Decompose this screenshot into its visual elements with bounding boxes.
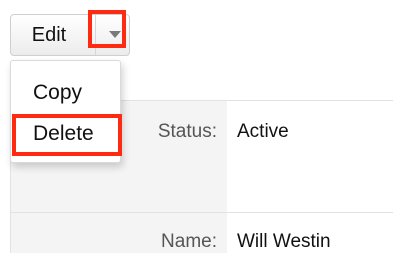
edit-button[interactable]: Edit — [11, 15, 87, 55]
status-value: Active — [237, 121, 289, 142]
menu-item-copy[interactable]: Copy — [33, 81, 82, 105]
actions-dropdown-toggle[interactable] — [101, 23, 129, 47]
actions-dropdown-menu: Copy Delete — [10, 60, 121, 163]
menu-item-delete[interactable]: Delete — [33, 122, 94, 146]
name-value: Will Westin — [237, 231, 331, 252]
button-divider — [95, 15, 96, 55]
name-label: Name: — [161, 231, 217, 252]
record-view: Edit Status: Active Name: Will Westin Co… — [0, 0, 393, 253]
edit-split-button: Edit — [10, 14, 130, 56]
status-label: Status: — [157, 121, 217, 142]
chevron-down-icon — [109, 31, 121, 38]
row-divider — [11, 212, 393, 213]
